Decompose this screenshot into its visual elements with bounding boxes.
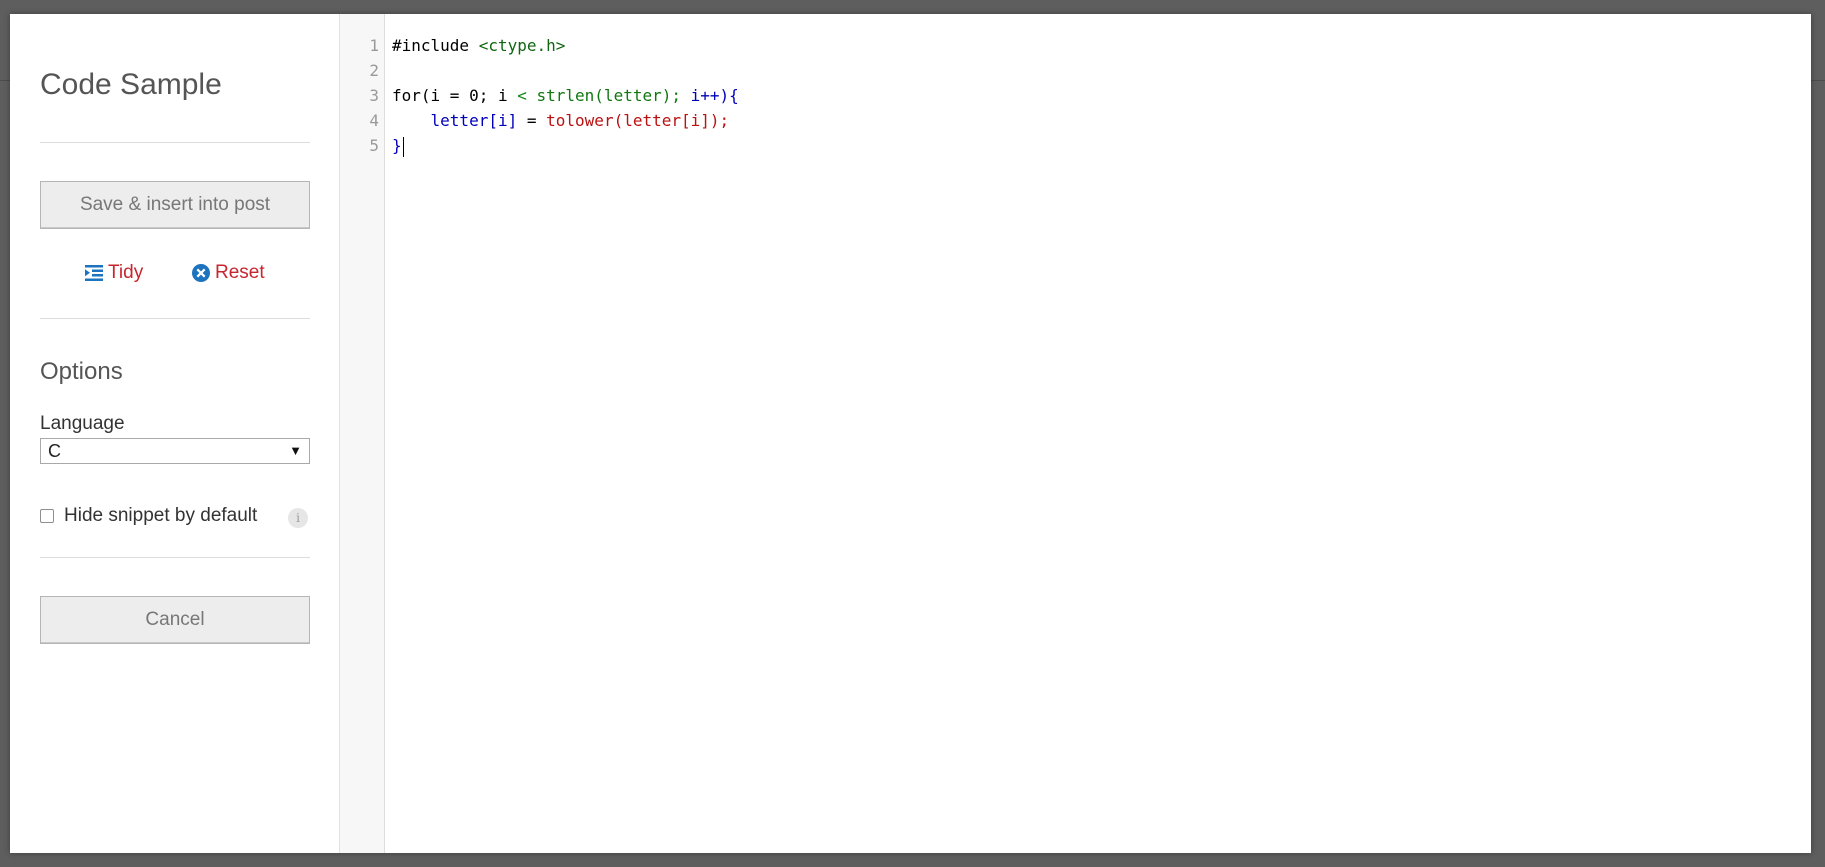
code-editor[interactable]: 1 2 3 4 5 #include <ctype.h> for(i = 0; i < s… xyxy=(340,14,1811,853)
code-token: tolower(letter[i]); xyxy=(546,111,730,130)
language-label: Language xyxy=(40,413,125,434)
language-selected-value: C xyxy=(48,441,61,461)
hide-snippet-checkbox[interactable] xyxy=(40,509,54,523)
code-token: for(i = 0; i xyxy=(392,86,518,105)
code-line[interactable]: } xyxy=(392,133,404,158)
code-line[interactable]: #include <ctype.h> xyxy=(392,33,565,58)
code-line[interactable]: for(i = 0; i < strlen(letter); i++){ xyxy=(392,83,739,108)
hide-snippet-row: Hide snippet by default xyxy=(40,503,257,529)
line-number: 2 xyxy=(369,61,379,80)
language-select[interactable]: C ▼ xyxy=(40,438,310,464)
text-cursor xyxy=(402,136,404,157)
reset-link[interactable]: Reset xyxy=(191,260,265,286)
sidebar-divider xyxy=(40,142,310,143)
code-token: } xyxy=(392,136,402,155)
tidy-label: Tidy xyxy=(108,262,144,283)
line-number: 3 xyxy=(369,86,379,105)
save-insert-button[interactable]: Save & insert into post xyxy=(40,181,310,229)
close-circle-icon xyxy=(192,264,210,282)
code-token: strlen(letter); xyxy=(536,86,691,105)
code-token: i++){ xyxy=(690,86,739,105)
dialog-sidebar: Code Sample Save & insert into post Tidy… xyxy=(10,14,340,853)
cancel-button[interactable]: Cancel xyxy=(40,596,310,644)
code-token: = xyxy=(517,111,547,130)
reset-label: Reset xyxy=(215,262,265,283)
tidy-link[interactable]: Tidy xyxy=(84,260,143,286)
code-sample-dialog: Code Sample Save & insert into post Tidy… xyxy=(10,14,1811,853)
caret-down-icon: ▼ xyxy=(289,443,302,458)
code-token: letter[i] xyxy=(430,111,518,130)
info-icon[interactable]: i xyxy=(288,508,308,528)
sidebar-divider xyxy=(40,318,310,319)
hide-snippet-label: Hide snippet by default xyxy=(64,505,258,526)
options-heading: Options xyxy=(40,358,123,385)
backdrop-tab xyxy=(745,0,1145,15)
line-number: 5 xyxy=(369,136,379,155)
code-line[interactable]: letter[i] = tolower(letter[i]); xyxy=(392,108,730,133)
code-token: < xyxy=(517,86,537,105)
code-token: <ctype.h> xyxy=(478,36,566,55)
code-token: #include xyxy=(392,36,479,55)
indent-icon xyxy=(85,265,103,281)
line-number: 1 xyxy=(369,36,379,55)
line-number: 4 xyxy=(369,111,379,130)
sidebar-divider xyxy=(40,557,310,558)
line-number-gutter: 1 2 3 4 5 xyxy=(340,14,385,853)
dialog-title: Code Sample xyxy=(40,68,222,101)
